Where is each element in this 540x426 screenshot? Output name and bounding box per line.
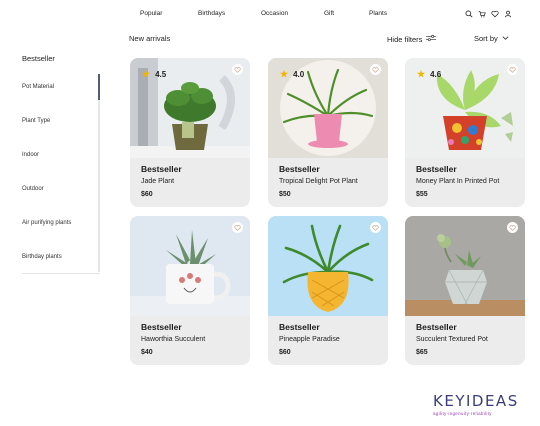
rating-badge: ★ 4.5: [142, 69, 167, 80]
product-price: $65: [416, 349, 428, 356]
rating-value: 4.6: [430, 70, 442, 79]
favorite-heart-icon[interactable]: [370, 64, 381, 75]
sidebar-title: Bestseller: [22, 54, 55, 63]
filter-indoor[interactable]: Indoor: [22, 152, 39, 158]
nav-popular[interactable]: Popular: [140, 10, 162, 17]
user-icon[interactable]: [504, 10, 512, 18]
rating-badge: ★ 4.6: [417, 69, 442, 80]
sort-by-label: Sort by: [474, 34, 498, 43]
sidebar-divider: [22, 273, 100, 274]
product-tag: Bestseller: [416, 164, 457, 174]
product-card-pineapple-paradise[interactable]: Bestseller Pineapple Paradise $60: [268, 216, 388, 365]
product-name: Jade Plant: [141, 178, 175, 185]
nav-birthdays[interactable]: Birthdays: [198, 10, 225, 17]
sort-by-dropdown[interactable]: Sort by: [474, 34, 509, 43]
product-name: Pineapple Paradise: [279, 336, 340, 343]
star-icon: ★: [417, 69, 426, 79]
product-price: $50: [279, 191, 291, 198]
nav-occasion[interactable]: Occasion: [261, 10, 288, 17]
star-icon: ★: [142, 69, 151, 79]
favorite-heart-icon[interactable]: [507, 222, 518, 233]
favorite-heart-icon[interactable]: [232, 222, 243, 233]
search-icon[interactable]: [465, 10, 473, 18]
product-price: $60: [141, 191, 153, 198]
product-name: Money Plant In Printed Pot: [416, 178, 500, 185]
product-tag: Bestseller: [279, 164, 320, 174]
product-price: $60: [279, 349, 291, 356]
product-card-haworthia[interactable]: Bestseller Haworthia Succulent $40: [130, 216, 250, 365]
product-card-jade-plant[interactable]: ★ 4.5 Bestseller Jade Plant $60: [130, 58, 250, 207]
star-icon: ★: [280, 69, 289, 79]
product-image-succulent-textured-pot: [405, 216, 525, 316]
sidebar-scrollbar-track[interactable]: [98, 74, 100, 272]
nav-gift[interactable]: Gift: [324, 10, 334, 17]
filter-outdoor[interactable]: Outdoor: [22, 186, 44, 192]
product-card-succulent-textured-pot[interactable]: Bestseller Succulent Textured Pot $65: [405, 216, 525, 365]
product-image-haworthia: [130, 216, 250, 316]
nav-icon-group: [465, 10, 512, 18]
top-nav: Popular Birthdays Occasion Gift Plants: [0, 10, 540, 22]
product-card-money-plant[interactable]: ★ 4.6 Bestseller Money Plant In Printed …: [405, 58, 525, 207]
product-image-pineapple-paradise: [268, 216, 388, 316]
sidebar-scrollbar-thumb[interactable]: [98, 74, 100, 100]
filter-pot-material[interactable]: Pot Material: [22, 84, 54, 90]
product-tag: Bestseller: [141, 322, 182, 332]
nav-plants[interactable]: Plants: [369, 10, 387, 17]
product-tag: Bestseller: [279, 322, 320, 332]
cart-icon[interactable]: [478, 10, 486, 18]
favorite-heart-icon[interactable]: [507, 64, 518, 75]
chevron-down-icon: [502, 34, 509, 43]
brand-logo: KEYIDEAS agility·ingenuity·reliability: [433, 392, 523, 416]
filter-air-purifying[interactable]: Air purifying plants: [22, 220, 71, 226]
rating-badge: ★ 4.0: [280, 69, 305, 80]
product-card-tropical-delight[interactable]: ★ 4.0 Bestseller Tropical Delight Pot Pl…: [268, 58, 388, 207]
product-price: $40: [141, 349, 153, 356]
product-tag: Bestseller: [416, 322, 457, 332]
favorite-heart-icon[interactable]: [232, 64, 243, 75]
section-title: New arrivals: [129, 34, 171, 43]
product-price: $55: [416, 191, 428, 198]
filter-plant-type[interactable]: Plant Type: [22, 118, 50, 124]
brand-tagline: agility·ingenuity·reliability: [433, 411, 492, 416]
product-tag: Bestseller: [141, 164, 182, 174]
hide-filters-button[interactable]: Hide filters: [387, 34, 437, 44]
product-name: Succulent Textured Pot: [416, 336, 488, 343]
filter-birthday-plants[interactable]: Birthday plants: [22, 254, 62, 260]
product-name: Haworthia Succulent: [141, 336, 206, 343]
filter-sidebar: Bestseller: [22, 54, 102, 79]
product-name: Tropical Delight Pot Plant: [279, 178, 358, 185]
heart-icon[interactable]: [491, 10, 499, 18]
brand-name: KEYIDEAS: [433, 392, 519, 410]
favorite-heart-icon[interactable]: [370, 222, 381, 233]
rating-value: 4.5: [155, 70, 167, 79]
hide-filters-label: Hide filters: [387, 34, 423, 44]
rating-value: 4.0: [293, 70, 305, 79]
filter-sliders-icon: [426, 34, 437, 44]
